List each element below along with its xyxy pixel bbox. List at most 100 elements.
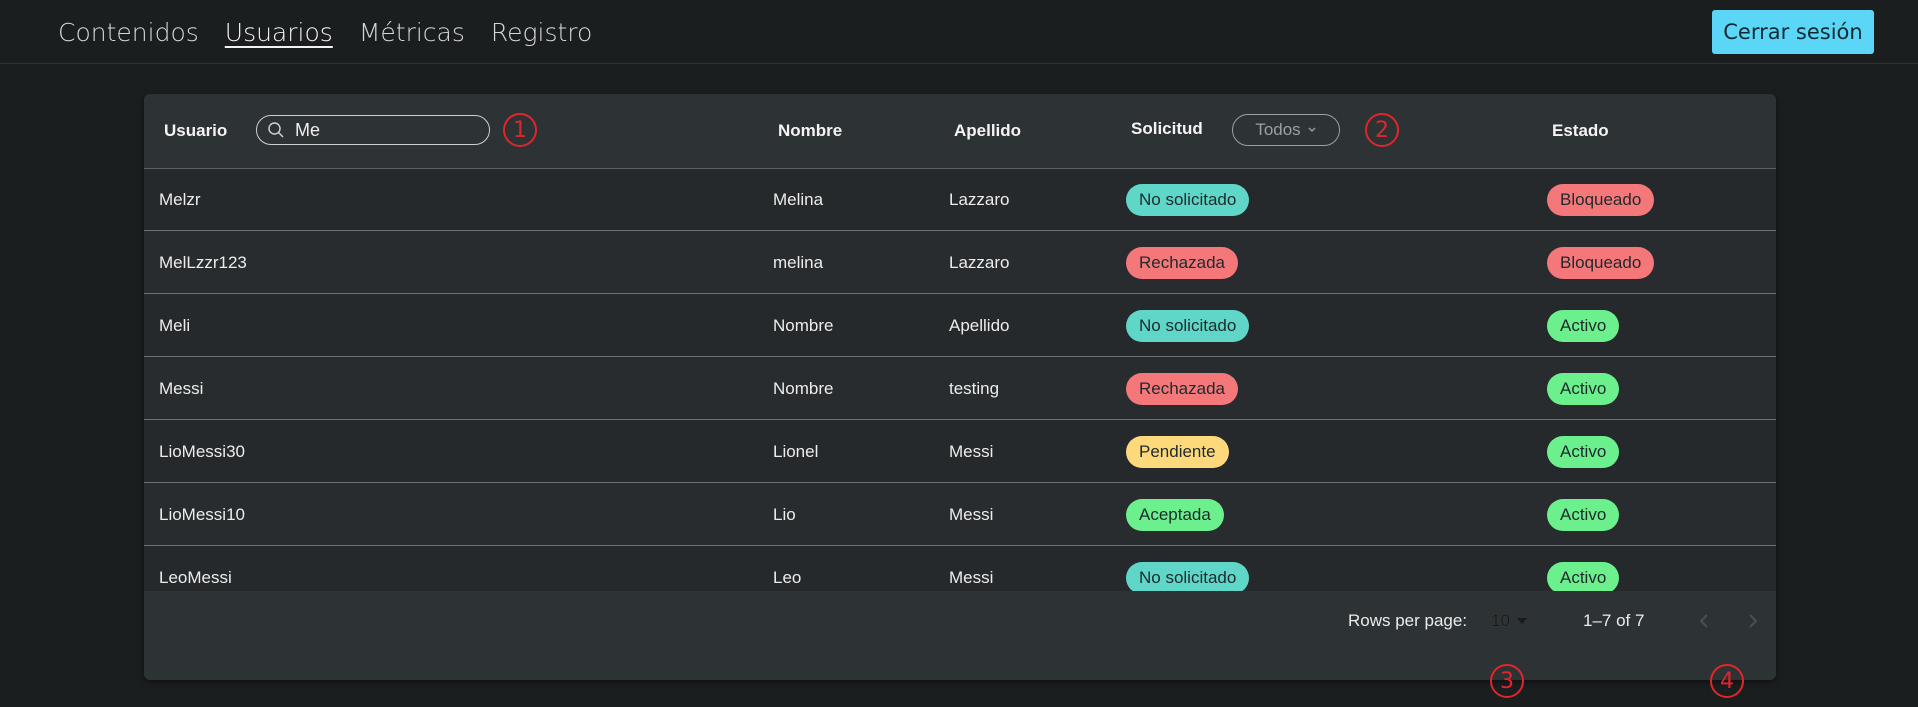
cell-solicitud: Pendiente	[1126, 420, 1229, 483]
cell-nombre: Nombre	[773, 357, 833, 420]
apellido-text: Messi	[949, 441, 994, 461]
usuario-text: Meli	[159, 315, 191, 335]
cell-usuario: Melzr	[159, 168, 201, 231]
estado-badge: Activo	[1547, 498, 1620, 531]
nav-link-usuarios[interactable]: Usuarios	[225, 18, 333, 47]
table-row[interactable]: Meli Nombre Apellido No solicitado Activo	[144, 294, 1776, 357]
caret-down-icon	[1516, 618, 1527, 624]
table-row[interactable]: Melzr Melina Lazzaro No solicitado Bloqueado	[144, 168, 1776, 231]
header-estado: Estado	[1552, 121, 1609, 140]
search-icon	[268, 122, 284, 138]
nombre-text: Melina	[773, 189, 824, 209]
solicitud-badge: Rechazada	[1126, 372, 1239, 405]
chevron-down-icon	[1308, 127, 1316, 132]
annotation-marker-1: 1	[503, 113, 537, 147]
cell-apellido: Messi	[949, 420, 993, 483]
logout-button[interactable]: Cerrar sesión	[1712, 10, 1874, 54]
estado-badge: Activo	[1547, 435, 1620, 468]
filter-value: Todos	[1255, 120, 1301, 139]
users-table-card: Usuario 1 Nombre Apellido Solicitud Todo…	[144, 94, 1776, 680]
pagination-range: 1–7 of 7	[1583, 611, 1645, 630]
cell-apellido: testing	[949, 357, 999, 420]
apellido-text: Lazzaro	[949, 189, 1010, 209]
nav-link-registro[interactable]: Registro	[491, 18, 592, 47]
apellido-text: Messi	[949, 567, 994, 587]
cell-usuario: MelLzzr123	[159, 231, 247, 294]
cell-nombre: Lionel	[773, 420, 818, 483]
cell-estado: Bloqueado	[1547, 231, 1655, 294]
estado-badge: Activo	[1547, 561, 1620, 594]
cell-solicitud: Rechazada	[1126, 231, 1239, 294]
nombre-text: Nombre	[773, 378, 834, 398]
solicitud-badge: Aceptada	[1126, 498, 1224, 531]
cell-solicitud: Aceptada	[1126, 483, 1224, 546]
usuario-text: Messi	[159, 378, 204, 398]
apellido-text: testing	[949, 378, 1000, 398]
cell-estado: Bloqueado	[1547, 168, 1655, 231]
apellido-text: Apellido	[949, 315, 1010, 335]
estado-badge: Bloqueado	[1547, 246, 1655, 279]
annotation-marker-4: 4	[1710, 664, 1744, 698]
table-row[interactable]: LioMessi10 Lio Messi Aceptada Activo	[144, 483, 1776, 546]
cell-nombre: Nombre	[773, 294, 833, 357]
usuario-text: LeoMessi	[159, 567, 232, 587]
cell-usuario: LioMessi10	[159, 483, 245, 546]
solicitud-badge: No solicitado	[1126, 561, 1250, 594]
solicitud-badge: No solicitado	[1126, 183, 1250, 216]
nombre-text: Nombre	[773, 315, 834, 335]
table-header: Usuario 1 Nombre Apellido Solicitud Todo…	[144, 94, 1776, 169]
usuario-text: MelLzzr123	[159, 252, 247, 272]
cell-apellido: Lazzaro	[949, 168, 1009, 231]
cell-usuario: LioMessi30	[159, 420, 245, 483]
table-footer: Rows per page: 10 1–7 of 7	[144, 591, 1776, 680]
usuario-text: LioMessi10	[159, 504, 245, 524]
cell-nombre: melina	[773, 231, 823, 294]
annotation-marker-2: 2	[1365, 113, 1399, 147]
top-navbar: Contenidos Usuarios Métricas Registro Ce…	[0, 0, 1918, 64]
table-row[interactable]: LioMessi30 Lionel Messi Pendiente Activo	[144, 420, 1776, 483]
next-page-icon[interactable]	[1741, 609, 1765, 633]
cell-apellido: Messi	[949, 483, 993, 546]
solicitud-badge: Rechazada	[1126, 246, 1239, 279]
solicitud-badge: Pendiente	[1126, 435, 1229, 468]
cell-estado: Activo	[1547, 483, 1620, 546]
nombre-text: melina	[773, 252, 824, 272]
rows-per-page-value: 10	[1491, 611, 1510, 630]
solicitud-badge: No solicitado	[1126, 309, 1250, 342]
table-row[interactable]: MelLzzr123 melina Lazzaro Rechazada Bloquead…	[144, 231, 1776, 294]
apellido-text: Messi	[949, 504, 994, 524]
cell-estado: Activo	[1547, 294, 1620, 357]
rows-per-page-label: Rows per page:	[1348, 611, 1468, 630]
usuario-text: Melzr	[159, 189, 201, 209]
table-body: Melzr Melina Lazzaro No solicitado Bloqueado…	[144, 168, 1776, 609]
cell-estado: Activo	[1547, 420, 1620, 483]
prev-page-icon[interactable]	[1692, 609, 1716, 633]
cell-solicitud: No solicitado	[1126, 294, 1250, 357]
usuario-text: LioMessi30	[159, 441, 245, 461]
nav-link-metricas[interactable]: Métricas	[359, 18, 465, 47]
nav-link-contenidos[interactable]: Contenidos	[58, 18, 199, 47]
annotation-marker-3: 3	[1490, 664, 1524, 698]
header-apellido: Apellido	[954, 121, 1022, 140]
search-box[interactable]	[256, 115, 490, 145]
header-solicitud: Solicitud	[1131, 119, 1203, 138]
table-row[interactable]: Messi Nombre testing Rechazada Activo	[144, 357, 1776, 420]
solicitud-filter-select[interactable]: Todos	[1232, 114, 1340, 146]
apellido-text: Lazzaro	[949, 252, 1010, 272]
cell-apellido: Lazzaro	[949, 231, 1009, 294]
rows-per-page-select[interactable]: 10	[1491, 591, 1528, 651]
header-usuario: Usuario	[164, 121, 228, 140]
header-nombre: Nombre	[778, 121, 843, 140]
cell-solicitud: Rechazada	[1126, 357, 1239, 420]
cell-usuario: Meli	[159, 294, 190, 357]
estado-badge: Activo	[1547, 372, 1620, 405]
cell-estado: Activo	[1547, 357, 1620, 420]
main-nav: Contenidos Usuarios Métricas Registro	[58, 0, 592, 64]
cell-solicitud: No solicitado	[1126, 168, 1250, 231]
cell-usuario: Messi	[159, 357, 203, 420]
nombre-text: Leo	[773, 567, 802, 587]
cell-apellido: Apellido	[949, 294, 1010, 357]
search-input[interactable]	[293, 118, 477, 142]
estado-badge: Bloqueado	[1547, 183, 1655, 216]
nombre-text: Lio	[773, 504, 796, 524]
